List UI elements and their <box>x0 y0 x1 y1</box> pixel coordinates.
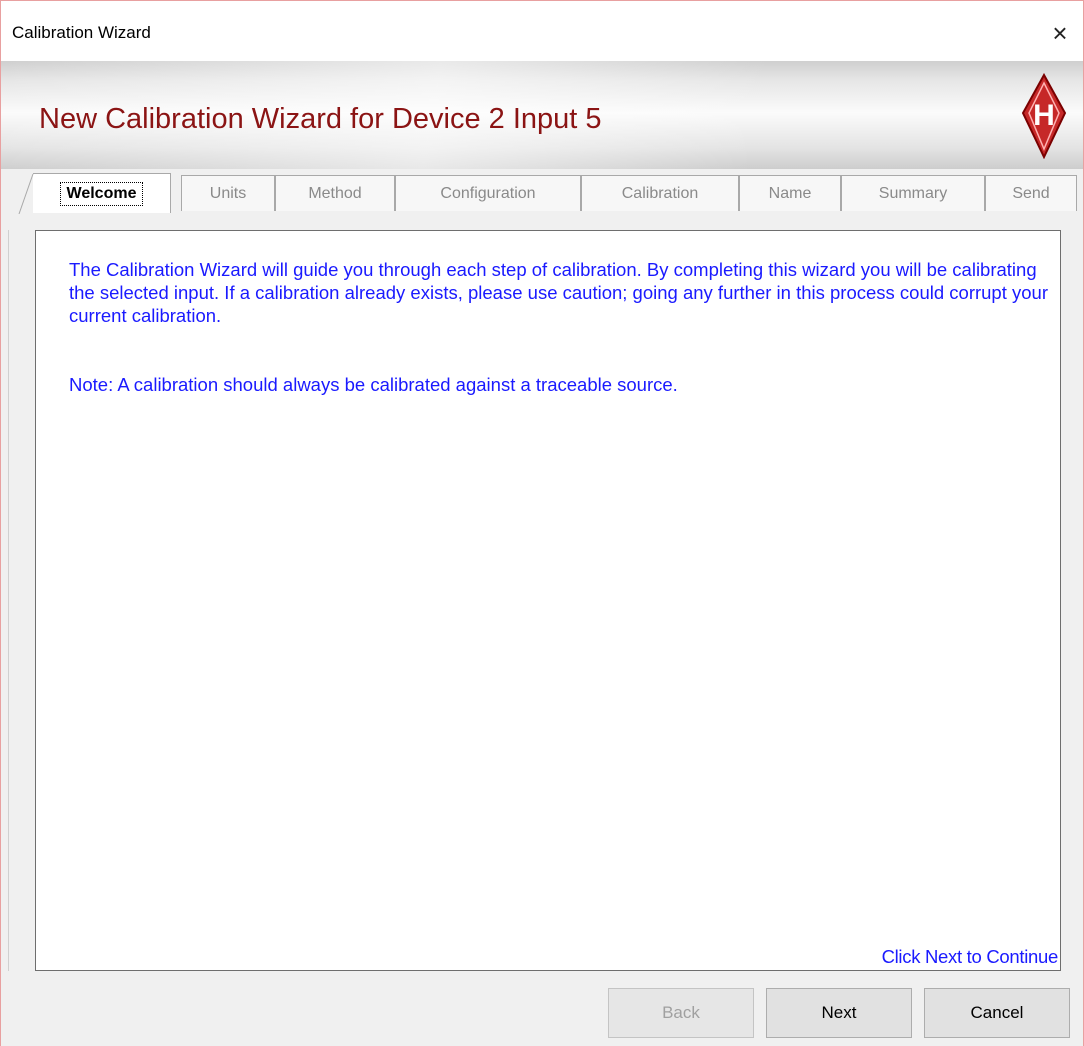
frame-divider <box>8 230 9 971</box>
tab-label: Welcome <box>59 181 144 206</box>
logo-letter: H <box>1033 99 1055 132</box>
tab-calibration[interactable]: Calibration <box>581 175 739 211</box>
cancel-button[interactable]: Cancel <box>924 988 1070 1038</box>
tab-send[interactable]: Send <box>985 175 1077 211</box>
tab-label: Send <box>1012 184 1050 202</box>
tab-label: Summary <box>878 184 948 202</box>
tab-configuration[interactable]: Configuration <box>395 175 581 211</box>
tab-label: Calibration <box>621 184 699 202</box>
next-button[interactable]: Next <box>766 988 912 1038</box>
company-logo-icon: H <box>1021 73 1067 159</box>
wizard-heading: New Calibration Wizard for Device 2 Inpu… <box>39 103 602 135</box>
tab-method[interactable]: Method <box>275 175 395 211</box>
tab-label: Units <box>209 184 247 202</box>
window-title: Calibration Wizard <box>12 23 151 42</box>
tab-name[interactable]: Name <box>739 175 841 211</box>
tab-label: Name <box>768 184 812 202</box>
note-text: Note: A calibration should always be cal… <box>69 374 678 395</box>
wizard-banner: New Calibration Wizard for Device 2 Inpu… <box>1 61 1083 169</box>
tab-units[interactable]: Units <box>181 175 275 211</box>
close-icon[interactable]: × <box>1037 13 1083 53</box>
tab-label: Method <box>308 184 362 202</box>
tab-summary[interactable]: Summary <box>841 175 985 211</box>
welcome-panel: The Calibration Wizard will guide you th… <box>35 230 1061 971</box>
wizard-tabs: Welcome Units Method Configuration Calib… <box>18 173 1079 214</box>
continue-hint: Click Next to Continue <box>881 946 1059 967</box>
intro-text: The Calibration Wizard will guide you th… <box>69 259 1048 326</box>
tab-welcome[interactable]: Welcome <box>18 173 171 214</box>
back-button[interactable]: Back <box>608 988 754 1038</box>
calibration-wizard-window: Calibration Wizard × New Calibration Wiz… <box>0 0 1084 1046</box>
title-bar: Calibration Wizard × <box>1 1 1083 61</box>
tab-label: Configuration <box>440 184 536 202</box>
